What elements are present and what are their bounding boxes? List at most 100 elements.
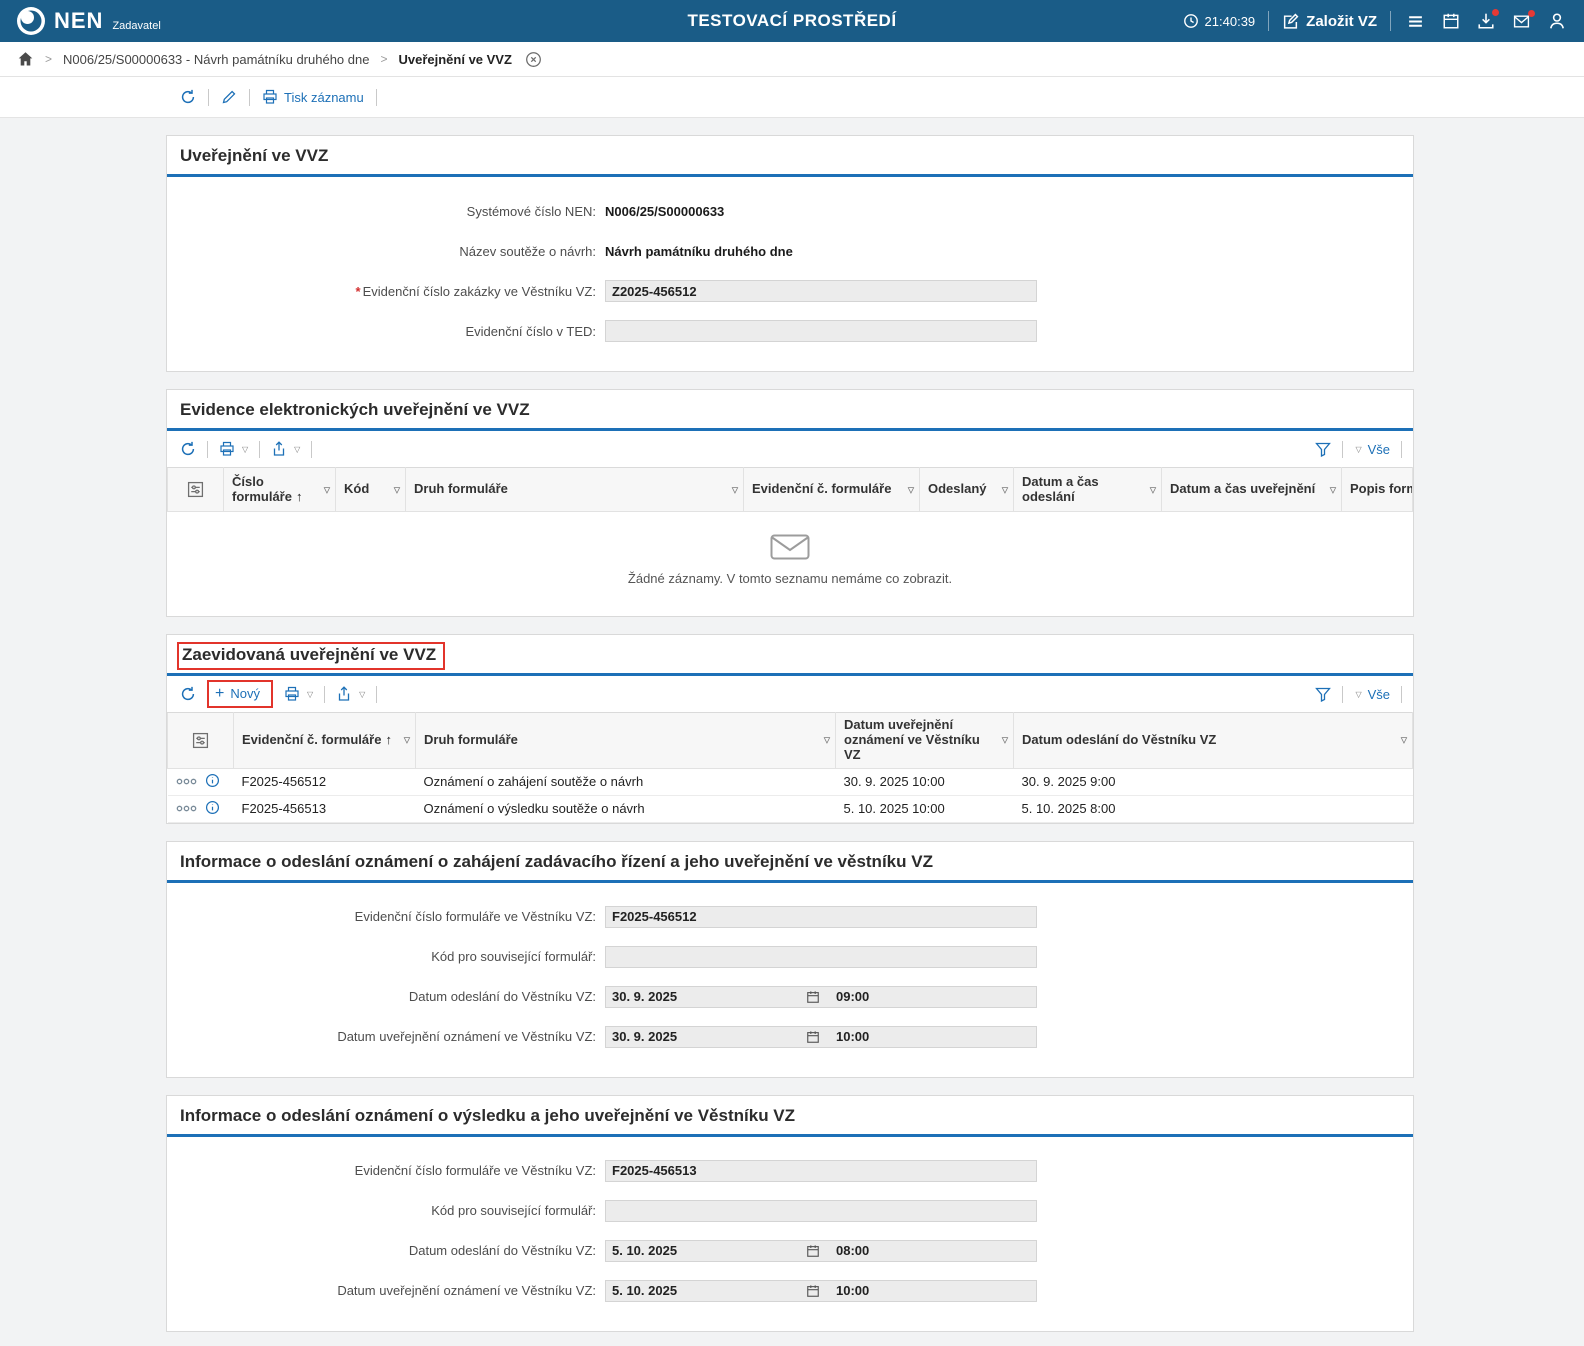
row-menu-button[interactable] (176, 774, 197, 789)
filter-caret-icon[interactable]: ▽ (1150, 485, 1156, 494)
filter-button[interactable] (1313, 684, 1333, 704)
evidence-number-input[interactable] (605, 280, 1037, 302)
user-icon (1548, 12, 1566, 30)
column-header-popis-formulare[interactable]: Popis formuláře (1342, 468, 1413, 512)
profile-button[interactable] (1546, 10, 1568, 32)
print-grid-button[interactable]: ▽ (217, 439, 250, 459)
row-info-button[interactable] (205, 773, 220, 791)
form-number-input[interactable] (605, 1160, 1037, 1182)
column-header-evidencni-c-formulare[interactable]: Evidenční č. formuláře↑▽ (234, 713, 416, 769)
filter-caret-icon[interactable]: ▽ (1330, 485, 1336, 494)
breadcrumb-procedure[interactable]: N006/25/S00000633 - Návrh památníku druh… (63, 52, 369, 67)
date-value[interactable]: 5. 10. 2025 (606, 1283, 806, 1298)
home-button[interactable] (17, 51, 34, 67)
filter-caret-icon[interactable]: ▽ (1002, 736, 1008, 745)
row-info-button[interactable] (205, 800, 220, 818)
table-row[interactable]: F2025-456513 Oznámení o výsledku soutěže… (168, 795, 1413, 822)
close-tab-button[interactable] (525, 51, 542, 68)
time-value[interactable]: 10:00 (820, 1029, 885, 1044)
annotation-highlight: + Nový (207, 680, 273, 708)
calendar-picker-icon[interactable] (806, 1284, 820, 1298)
form-row: Datum odeslání do Věstníku VZ: 5. 10. 20… (167, 1231, 1413, 1271)
refresh-button[interactable] (178, 684, 198, 704)
calendar-picker-icon[interactable] (806, 1244, 820, 1258)
divider (376, 686, 377, 703)
nen-logo[interactable]: NEN Zadavatel (16, 6, 161, 36)
new-record-button[interactable]: + Nový (213, 684, 262, 703)
published-datetime-field[interactable]: 5. 10. 2025 10:00 (605, 1280, 1037, 1302)
time-value[interactable]: 10:00 (820, 1283, 885, 1298)
related-code-input[interactable] (605, 946, 1037, 968)
section-title: Zaevidovaná uveřejnění ve VVZ (167, 635, 1413, 676)
filter-caret-icon[interactable]: ▽ (824, 736, 830, 745)
sent-datetime-field[interactable]: 30. 9. 2025 09:00 (605, 986, 1037, 1008)
refresh-icon (180, 441, 196, 457)
date-value[interactable]: 30. 9. 2025 (606, 1029, 806, 1044)
column-header-druh-formulare[interactable]: Druh formuláře▽ (406, 468, 744, 512)
cell-form-type: Oznámení o zahájení soutěže o návrh (416, 768, 836, 795)
cell-sent: 30. 9. 2025 9:00 (1014, 768, 1413, 795)
filter-caret-icon[interactable]: ▽ (404, 736, 410, 745)
export-grid-button[interactable]: ▽ (269, 439, 302, 459)
time-value[interactable]: 08:00 (820, 1243, 885, 1258)
environment-title: TESTOVACÍ PROSTŘEDÍ (687, 0, 896, 42)
server-time: 21:40:39 (1183, 13, 1256, 29)
column-settings-button[interactable] (168, 713, 234, 769)
ted-number-input[interactable] (605, 320, 1037, 342)
table-row[interactable]: F2025-456512 Oznámení o zahájení soutěže… (168, 768, 1413, 795)
column-header-datum-uverejneni[interactable]: Datum a čas uveřejnění▽ (1162, 468, 1342, 512)
form-row: Evidenční číslo formuláře ve Věstníku VZ… (167, 897, 1413, 937)
field-label: *Evidenční číslo zakázky ve Věstníku VZ: (167, 284, 605, 299)
form-row: Datum uveřejnění oznámení ve Věstníku VZ… (167, 1271, 1413, 1311)
server-time-value: 21:40:39 (1205, 14, 1256, 29)
column-header-cislo-formulare[interactable]: Číslo formuláře↑▽ (224, 468, 336, 512)
print-grid-button[interactable]: ▽ (282, 684, 315, 704)
filter-caret-icon[interactable]: ▽ (732, 485, 738, 494)
calendar-picker-icon[interactable] (806, 1030, 820, 1044)
view-all-dropdown[interactable]: ▽ Vše (1352, 685, 1392, 704)
date-value[interactable]: 30. 9. 2025 (606, 989, 806, 1004)
time-value[interactable]: 09:00 (820, 989, 885, 1004)
form-row: Evidenční číslo v TED: (167, 311, 1413, 351)
filter-caret-icon[interactable]: ▽ (908, 485, 914, 494)
filter-icon (1315, 441, 1331, 457)
messages-button[interactable] (1510, 11, 1533, 32)
field-label: Evidenční číslo formuláře ve Věstníku VZ… (167, 909, 605, 924)
calendar-button[interactable] (1440, 10, 1462, 32)
sent-datetime-field[interactable]: 5. 10. 2025 08:00 (605, 1240, 1037, 1262)
downloads-button[interactable] (1475, 10, 1497, 32)
export-grid-button[interactable]: ▽ (334, 684, 367, 704)
column-header-datum-odeslani[interactable]: Datum a čas odeslání▽ (1014, 468, 1162, 512)
calendar-picker-icon[interactable] (806, 990, 820, 1004)
column-header-datum-uverejneni-oznameni[interactable]: Datum uveřejnění oznámení ve Věstníku VZ… (836, 713, 1014, 769)
form-number-input[interactable] (605, 906, 1037, 928)
field-label: Datum uveřejnění oznámení ve Věstníku VZ… (167, 1029, 605, 1044)
related-code-input[interactable] (605, 1200, 1037, 1222)
row-menu-button[interactable] (176, 801, 197, 816)
printer-icon (262, 89, 278, 105)
filter-caret-icon[interactable]: ▽ (1401, 736, 1407, 745)
refresh-button[interactable] (178, 439, 198, 459)
column-header-druh-formulare[interactable]: Druh formuláře▽ (416, 713, 836, 769)
column-header-evidencni-c-formulare[interactable]: Evidenční č. formuláře▽ (744, 468, 920, 512)
column-header-kod[interactable]: Kód▽ (336, 468, 406, 512)
edit-record-button[interactable] (219, 87, 239, 107)
filter-caret-icon[interactable]: ▽ (394, 485, 400, 494)
print-record-button[interactable]: Tisk záznamu (260, 87, 366, 107)
refresh-button[interactable] (178, 87, 198, 107)
published-datetime-field[interactable]: 30. 9. 2025 10:00 (605, 1026, 1037, 1048)
filter-button[interactable] (1313, 439, 1333, 459)
column-header-odeslany[interactable]: Odeslaný▽ (920, 468, 1014, 512)
filter-caret-icon[interactable]: ▽ (324, 485, 330, 494)
column-settings-button[interactable] (168, 468, 224, 512)
menu-button[interactable] (1404, 11, 1427, 32)
filter-caret-icon[interactable]: ▽ (1002, 485, 1008, 494)
view-all-dropdown[interactable]: ▽ Vše (1352, 440, 1392, 459)
section-info-vysledek: Informace o odeslání oznámení o výsledku… (166, 1095, 1414, 1332)
required-asterisk: * (356, 284, 361, 299)
field-label: Název soutěže o návrh: (167, 244, 605, 259)
export-icon (336, 686, 352, 702)
column-header-datum-odeslani-vestnik[interactable]: Datum odeslání do Věstníku VZ▽ (1014, 713, 1413, 769)
create-vz-button[interactable]: Založit VZ (1282, 13, 1377, 30)
date-value[interactable]: 5. 10. 2025 (606, 1243, 806, 1258)
